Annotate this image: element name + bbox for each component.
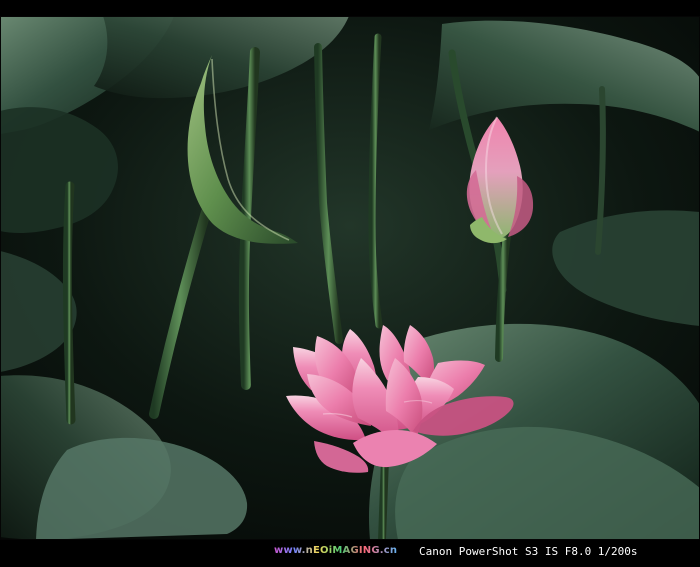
lotus-photo [0,16,700,540]
photo-frame: www.nEOiMAGING.cn Canon PowerShot S3 IS … [0,0,700,567]
camera-info-text: Canon PowerShot S3 IS F8.0 1/200s [419,545,638,558]
flower-stem [378,455,389,540]
lotus-illustration [0,16,700,540]
left-stem [62,181,76,425]
site-watermark: www.nEOiMAGING.cn [271,543,400,559]
